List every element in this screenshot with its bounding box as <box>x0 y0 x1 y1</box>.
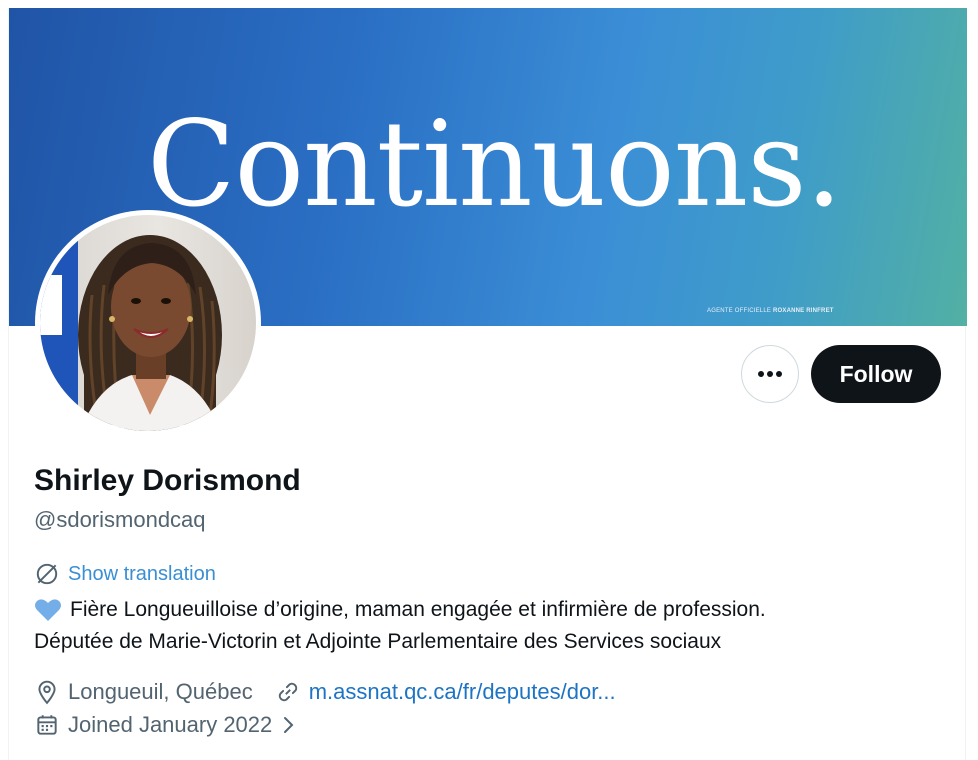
avatar-portrait-icon <box>40 235 222 431</box>
bio-text-2: Députée de Marie-Victorin et Adjointe Pa… <box>34 630 722 653</box>
profile-joined-row: Joined January 2022 <box>34 712 298 738</box>
show-translation[interactable]: Show translation <box>34 561 216 587</box>
joined-text: Joined January 2022 <box>68 712 273 737</box>
banner-credit-name: ROXANNE RINFRET <box>772 308 834 314</box>
location-item: Longueuil, Québec <box>34 679 253 705</box>
avatar-photo <box>40 215 256 431</box>
bio-line-1: Fière Longueuilloise d’origine, maman en… <box>34 594 766 626</box>
banner-headline: Continuons. <box>147 95 842 233</box>
bio-text-1: Fière Longueuilloise d’origine, maman en… <box>70 598 766 621</box>
joined-item[interactable]: Joined January 2022 <box>34 712 298 738</box>
show-translation-label[interactable]: Show translation <box>68 563 216 586</box>
calendar-icon <box>37 715 57 735</box>
banner-credit: AGENTE OFFICIELLE ROXANNE RINFRET <box>707 308 834 314</box>
profile-handle: @sdorismondcaq <box>34 507 206 532</box>
location-text: Longueuil, Québec <box>68 679 253 704</box>
website-link[interactable]: m.assnat.qc.ca/fr/deputes/dor... <box>309 679 616 705</box>
banner-credit-prefix: AGENTE OFFICIELLE <box>707 308 772 314</box>
profile-meta-row: Longueuil, Québec m.assnat.qc.ca/fr/depu… <box>34 679 616 705</box>
link-icon <box>278 682 297 702</box>
website-item[interactable]: m.assnat.qc.ca/fr/deputes/dor... <box>275 679 616 705</box>
profile-name: Shirley Dorismond <box>34 464 301 497</box>
profile-page: Continuons. AGENTE OFFICIELLE ROXANNE RI… <box>8 8 967 760</box>
follow-button[interactable]: Follow <box>811 345 941 403</box>
location-pin-icon <box>38 680 56 705</box>
bio-line-2: Députée de Marie-Victorin et Adjointe Pa… <box>34 626 766 658</box>
more-options-button[interactable] <box>741 345 799 403</box>
translate-icon <box>36 563 58 585</box>
profile-bio: Fière Longueuilloise d’origine, maman en… <box>34 594 766 658</box>
more-dots-icon <box>758 371 782 377</box>
avatar[interactable] <box>35 210 261 436</box>
blue-heart-icon <box>35 599 61 621</box>
chevron-right-icon <box>284 717 294 733</box>
